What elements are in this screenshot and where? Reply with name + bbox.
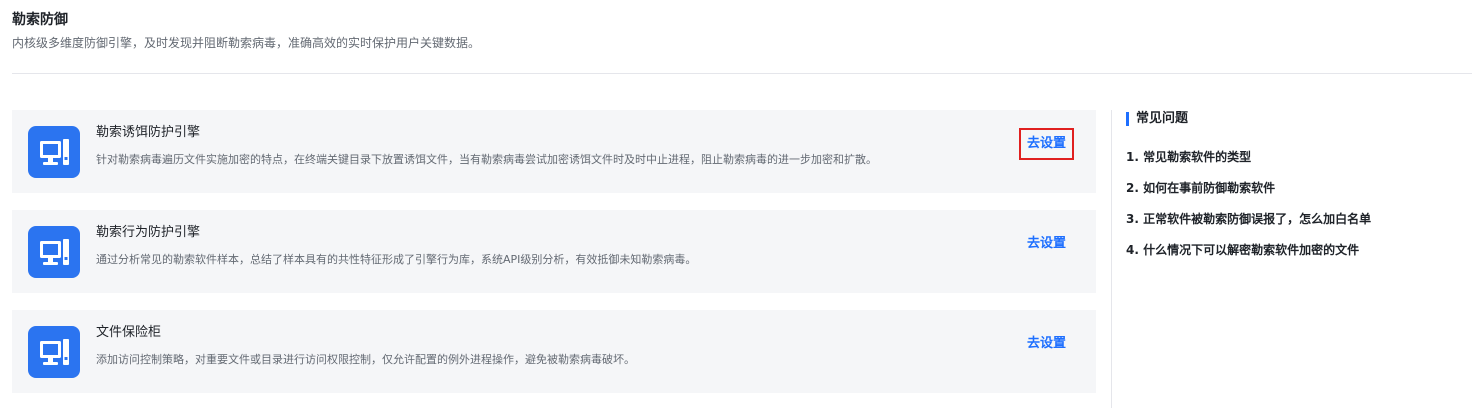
faq-heading: 常见问题 <box>1126 110 1371 128</box>
card-title: 勒索诱饵防护引擎 <box>96 125 201 140</box>
engine-card-decoy: 勒索诱饵防护引擎 针对勒索病毒遍历文件实施加密的特点，在终端关键目录下放置诱饵文… <box>12 110 1096 193</box>
card-title: 勒索行为防护引擎 <box>96 225 201 240</box>
card-title: 文件保险柜 <box>96 325 162 340</box>
heading-accent-bar <box>1126 112 1129 126</box>
engine-card-list: 勒索诱饵防护引擎 针对勒索病毒遍历文件实施加密的特点，在终端关键目录下放置诱饵文… <box>12 110 1096 408</box>
faq-link[interactable]: 4. 什么情况下可以解密勒索软件加密的文件 <box>1126 241 1371 259</box>
card-description: 添加访问控制策略，对重要文件或目录进行访问权限控制，仅允许配置的例外进程操作，避… <box>96 353 635 366</box>
faq-heading-label: 常见问题 <box>1136 111 1189 126</box>
faq-list: 1. 常见勒索软件的类型 2. 如何在事前防御勒索软件 3. 正常软件被勒索防御… <box>1126 148 1371 259</box>
engine-card-behavior: 勒索行为防护引擎 通过分析常见的勒索软件样本，总结了样本具有的共性特征形成了引擎… <box>12 210 1096 293</box>
faq-link[interactable]: 1. 常见勒索软件的类型 <box>1126 148 1371 166</box>
ransomware-defense-page: 勒索防御 内核级多维度防御引擎，及时发现并阻断勒索病毒，准确高效的实时保护用户关… <box>0 0 1472 408</box>
page-title: 勒索防御 <box>12 12 68 28</box>
faq-panel: 常见问题 1. 常见勒索软件的类型 2. 如何在事前防御勒索软件 3. 正常软件… <box>1126 110 1371 272</box>
monitor-icon <box>28 126 80 178</box>
card-description: 针对勒索病毒遍历文件实施加密的特点，在终端关键目录下放置诱饵文件，当有勒索病毒尝… <box>96 153 877 166</box>
faq-link[interactable]: 2. 如何在事前防御勒索软件 <box>1126 179 1371 197</box>
engine-card-file-vault: 文件保险柜 添加访问控制策略，对重要文件或目录进行访问权限控制，仅允许配置的例外… <box>12 310 1096 393</box>
monitor-icon <box>28 226 80 278</box>
configure-button[interactable]: 去设置 <box>1023 232 1070 256</box>
page-subtitle: 内核级多维度防御引擎，及时发现并阻断勒索病毒，准确高效的实时保护用户关键数据。 <box>12 36 481 50</box>
card-description: 通过分析常见的勒索软件样本，总结了样本具有的共性特征形成了引擎行为库，系统API… <box>96 253 697 266</box>
faq-link[interactable]: 3. 正常软件被勒索防御误报了，怎么加白名单 <box>1126 210 1371 228</box>
faq-divider <box>1111 110 1112 408</box>
monitor-icon <box>28 326 80 378</box>
header-divider <box>12 73 1472 74</box>
page-header: 勒索防御 内核级多维度防御引擎，及时发现并阻断勒索病毒，准确高效的实时保护用户关… <box>12 10 480 52</box>
configure-button[interactable]: 去设置 <box>1023 332 1070 356</box>
configure-button[interactable]: 去设置 <box>1018 128 1075 160</box>
